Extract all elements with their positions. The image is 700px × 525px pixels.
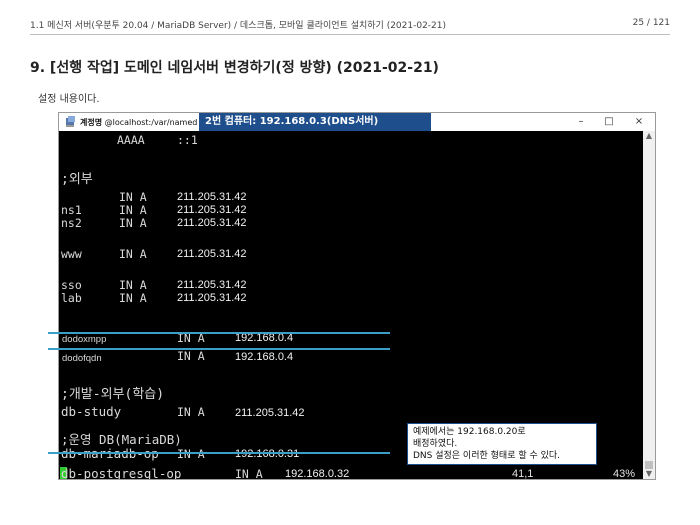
record-value: 211.205.31.42 [177,279,247,291]
record-value: 211.205.31.42 [235,407,305,419]
highlight-line [48,332,390,334]
scroll-percent: 43% [613,468,636,479]
zone-comment: ;운영 DB(MariaDB) [61,432,182,447]
intro-text: 설정 내용이다. [38,94,100,105]
page-number: 25 / 121 [632,18,670,28]
zone-comment: ;외부 [61,172,93,187]
header-divider [30,34,670,35]
record-type: IN A [119,291,147,305]
record-value: 211.205.31.42 [177,217,247,229]
note-line: 예제에서는 192.168.0.20로 [413,427,526,437]
page-title: 9. [선행 작업] 도메인 네임서버 변경하기(정 방향) (2021-02-… [30,60,439,76]
record-name: ns2 [61,216,82,230]
scroll-up-icon[interactable]: ▲ [643,131,655,141]
record-name: dodoxmpp [62,334,107,345]
note-line: 배정하였다. [413,439,458,449]
record-type: IN A [119,216,147,230]
record-value: 211.205.31.42 [177,292,247,304]
terminal-scrollbar[interactable]: ▲ ▼ [643,131,655,479]
minimize-button[interactable]: – [569,114,593,130]
window-title-path: @localhost:/var/named [104,118,198,127]
page-header: 1.1 메신저 서버(우분투 20.04 / MariaDB Server) /… [30,18,670,34]
annotation-note: 예제에서는 192.168.0.20로 배정하였다. DNS 설정은 이러한 형… [407,423,597,465]
record-name: db-postgresql-op [61,466,182,479]
record-value: 211.205.31.42 [177,191,247,203]
computer-label-banner: 2번 컴퓨터: 192.168.0.3(DNS서버) [199,113,431,131]
window-title-user: 계정명 [80,118,103,127]
terminal-app-icon [66,116,75,127]
record-type: IN A [177,349,205,363]
breadcrumb: 1.1 메신저 서버(우분투 20.04 / MariaDB Server) /… [30,21,447,31]
record-type: IN A [119,247,147,261]
record-type: IN A [177,405,205,419]
record-name: lab [61,291,82,305]
window-title: 계정명 @localhost:/var/named [80,117,197,128]
record-name: AAAA [117,133,145,147]
record-name: db-study [61,404,122,419]
scroll-down-icon[interactable]: ▼ [643,469,655,479]
record-name: www [61,247,82,261]
record-value: 192.168.0.32 [285,468,350,479]
record-name: dodofqdn [62,353,102,364]
record-type: IN A [177,447,205,461]
record-value: 192.168.0.31 [235,448,300,460]
highlight-line [48,348,390,350]
scrollbar-thumb[interactable] [645,461,653,469]
cursor-position: 41,1 [512,468,534,479]
zone-comment: ;개발-외부(학습) [61,387,165,402]
close-button[interactable]: × [627,114,651,130]
record-type: IN A [235,467,263,480]
record-value: 211.205.31.42 [177,204,247,216]
maximize-button[interactable]: □ [597,114,621,130]
record-value: 211.205.31.42 [177,248,247,260]
note-line: DNS 설정은 이러한 형태로 할 수 있다. [413,451,561,461]
highlight-line [48,452,390,454]
record-value: 192.168.0.4 [235,351,294,363]
record-value: ::1 [177,133,198,147]
